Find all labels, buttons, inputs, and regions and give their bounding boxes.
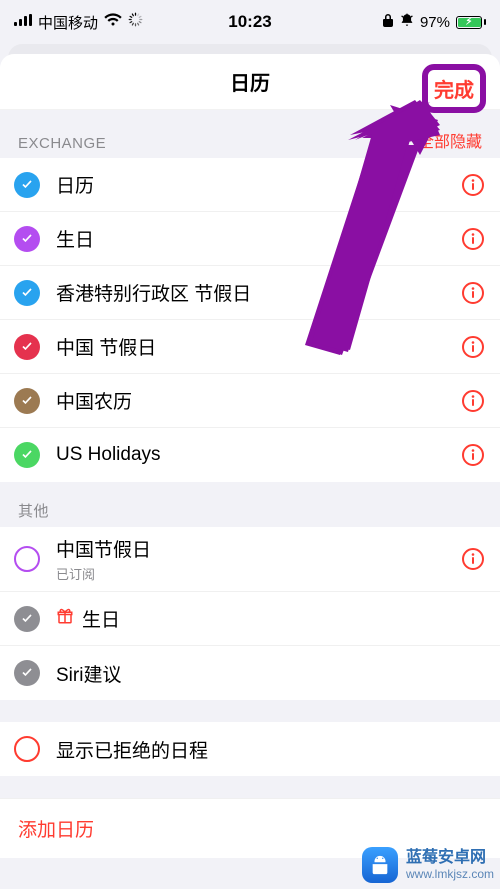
calendar-label: US Holidays <box>56 444 161 466</box>
calendar-label: 中国节假日 <box>56 535 151 562</box>
calendar-checkbox[interactable] <box>14 388 40 414</box>
spacer <box>0 776 500 798</box>
calendars-sheet: 日历 完成 EXCHANGE 全部隐藏 日历生日香港特别行政区 节假日中国 节假… <box>0 54 500 889</box>
info-icon[interactable] <box>460 388 486 414</box>
watermark-title: 蓝莓安卓网 <box>406 848 494 867</box>
info-icon[interactable] <box>460 226 486 252</box>
show-rejected-row[interactable]: 显示已拒绝的日程 <box>0 722 500 776</box>
calendar-label: 中国农历 <box>56 387 132 414</box>
other-list: 中国节假日已订阅生日 Siri建议 <box>0 527 500 700</box>
lock-icon <box>382 13 394 32</box>
info-icon[interactable] <box>460 334 486 360</box>
section-title-other: 其他 <box>18 500 49 521</box>
status-time: 10:23 <box>228 12 271 32</box>
nav-bar: 日历 完成 <box>0 54 500 110</box>
calendar-checkbox[interactable] <box>14 226 40 252</box>
calendar-row[interactable]: Siri建议 <box>0 646 500 700</box>
calendar-row[interactable]: 生日 <box>0 212 500 266</box>
done-button[interactable]: 完成 <box>422 64 486 113</box>
section-title-exchange: EXCHANGE <box>18 135 106 152</box>
calendar-sublabel: 已订阅 <box>56 564 151 583</box>
calendar-row[interactable]: 中国 节假日 <box>0 320 500 374</box>
calendar-label: 香港特别行政区 节假日 <box>56 279 251 306</box>
spacer <box>0 700 500 722</box>
calendar-checkbox[interactable] <box>14 280 40 306</box>
calendar-label: 中国 节假日 <box>56 333 156 360</box>
calendar-checkbox[interactable] <box>14 334 40 360</box>
info-icon[interactable] <box>460 442 486 468</box>
signal-icon <box>14 13 32 31</box>
calendar-label: 生日 <box>56 225 94 252</box>
loading-icon <box>128 12 143 32</box>
calendar-checkbox[interactable] <box>14 660 40 686</box>
watermark-icon <box>362 847 398 883</box>
calendar-checkbox[interactable] <box>14 442 40 468</box>
exchange-list: 日历生日香港特别行政区 节假日中国 节假日中国农历 US Holidays <box>0 158 500 482</box>
calendar-label: 日历 <box>56 171 94 198</box>
rejected-list: 显示已拒绝的日程 <box>0 722 500 776</box>
sheet-content[interactable]: EXCHANGE 全部隐藏 日历生日香港特别行政区 节假日中国 节假日中国农历U… <box>0 110 500 889</box>
status-right: 97% ⚡︎ <box>382 13 486 32</box>
calendar-checkbox[interactable] <box>14 606 40 632</box>
wifi-icon <box>104 13 122 31</box>
calendar-row[interactable]: 香港特别行政区 节假日 <box>0 266 500 320</box>
hide-all-button[interactable]: 全部隐藏 <box>418 128 482 152</box>
calendar-row[interactable]: 中国农历 <box>0 374 500 428</box>
calendar-row[interactable]: 中国节假日已订阅 <box>0 527 500 592</box>
battery-icon: ⚡︎ <box>456 16 486 29</box>
watermark: 蓝莓安卓网 www.lmkjsz.com <box>362 847 494 883</box>
status-left: 中国移动 <box>14 12 143 33</box>
rejected-checkbox[interactable] <box>14 736 40 762</box>
section-header-other: 其他 <box>0 482 500 527</box>
calendar-checkbox[interactable] <box>14 172 40 198</box>
calendar-row[interactable]: US Holidays <box>0 428 500 482</box>
calendar-row[interactable]: 生日 <box>0 592 500 646</box>
watermark-url: www.lmkjsz.com <box>406 867 494 881</box>
calendar-label: Siri建议 <box>56 660 121 687</box>
battery-percent: 97% <box>420 14 450 31</box>
section-header-exchange: EXCHANGE 全部隐藏 <box>0 110 500 158</box>
info-icon[interactable] <box>460 172 486 198</box>
status-bar: 中国移动 10:23 97% ⚡︎ <box>0 0 500 44</box>
info-icon[interactable] <box>460 280 486 306</box>
alarm-icon <box>400 13 414 32</box>
info-icon[interactable] <box>460 546 486 572</box>
rejected-label: 显示已拒绝的日程 <box>56 736 208 763</box>
carrier-label: 中国移动 <box>38 12 98 33</box>
gift-icon <box>56 607 74 630</box>
calendar-row[interactable]: 日历 <box>0 158 500 212</box>
calendar-label: 生日 <box>82 605 120 632</box>
nav-title: 日历 <box>230 67 270 96</box>
calendar-checkbox[interactable] <box>14 546 40 572</box>
